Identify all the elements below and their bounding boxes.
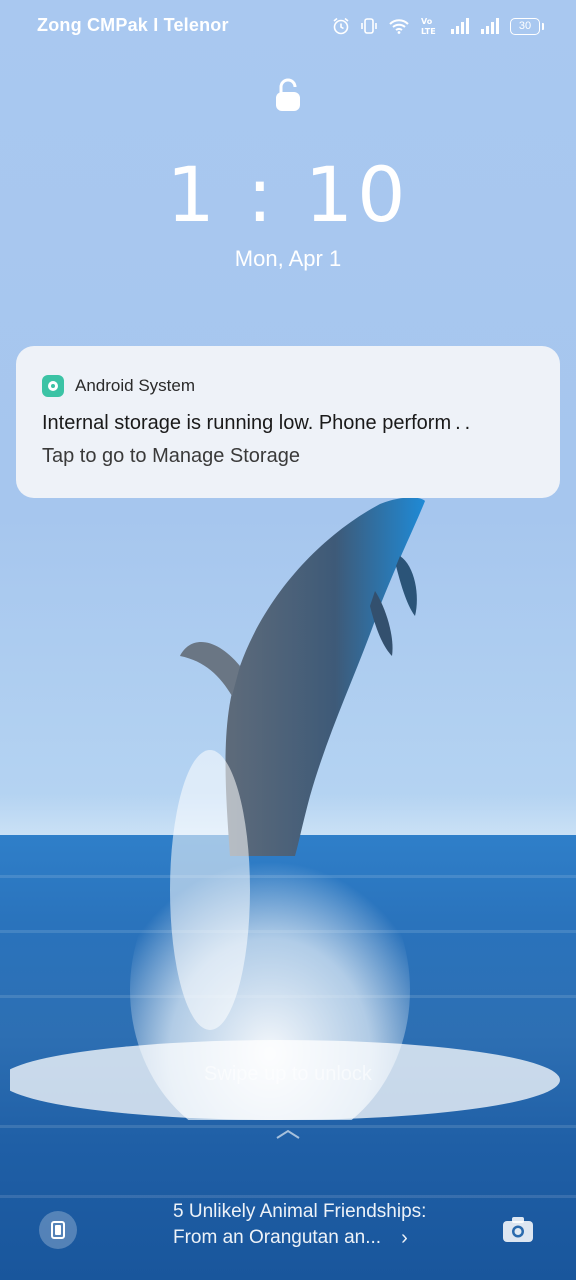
swipe-up-hint: Swipe up to unlock: [204, 1063, 372, 1085]
clock-date: Mon, Apr 1: [234, 246, 342, 271]
carrier-label: Zong CMPak I Telenor: [37, 15, 229, 35]
chevron-right-icon[interactable]: ›: [401, 1225, 408, 1251]
card-icon: [51, 1221, 65, 1239]
story-line-1: 5 Unlikely Animal Friendships:: [173, 1201, 427, 1222]
signal-icon: [481, 18, 499, 34]
lock-icon[interactable]: [273, 77, 303, 113]
wifi-icon: [389, 19, 409, 34]
notification-card[interactable]: Android System Internal storage is runni…: [16, 346, 560, 498]
notification-app-name: Android System: [75, 376, 195, 395]
wallet-shortcut-button[interactable]: [39, 1211, 77, 1249]
vibrate-icon: [361, 18, 377, 34]
lock-screen: Zong CMPak I Telenor Vo LTE 30 1: 10 Mo…: [0, 0, 576, 1280]
lockscreen-story[interactable]: 5 Unlikely Animal Friendships: From an O…: [173, 1199, 426, 1251]
battery-icon: 30: [510, 17, 544, 35]
status-bar: Zong CMPak I Telenor Vo LTE 30: [0, 0, 576, 52]
alarm-icon: [333, 17, 349, 35]
chevron-up-icon: [276, 1129, 300, 1139]
svg-text:Vo: Vo: [421, 17, 433, 26]
camera-shortcut-button[interactable]: [499, 1211, 537, 1249]
water-splash: [10, 750, 560, 1120]
notification-body: Tap to go to Manage Storage: [42, 445, 300, 467]
notification-title: Internal storage is running low. Phone p…: [42, 412, 471, 434]
svg-text:LTE: LTE: [421, 27, 436, 36]
status-icons: Vo LTE 30: [332, 14, 544, 38]
camera-icon: [503, 1217, 533, 1242]
signal-icon: [451, 18, 469, 34]
clock-time: 1 : 10: [166, 150, 410, 239]
volte-icon: Vo LTE: [421, 17, 436, 36]
story-line-2: From an Orangutan an...: [173, 1227, 382, 1248]
android-system-icon: [42, 375, 64, 397]
